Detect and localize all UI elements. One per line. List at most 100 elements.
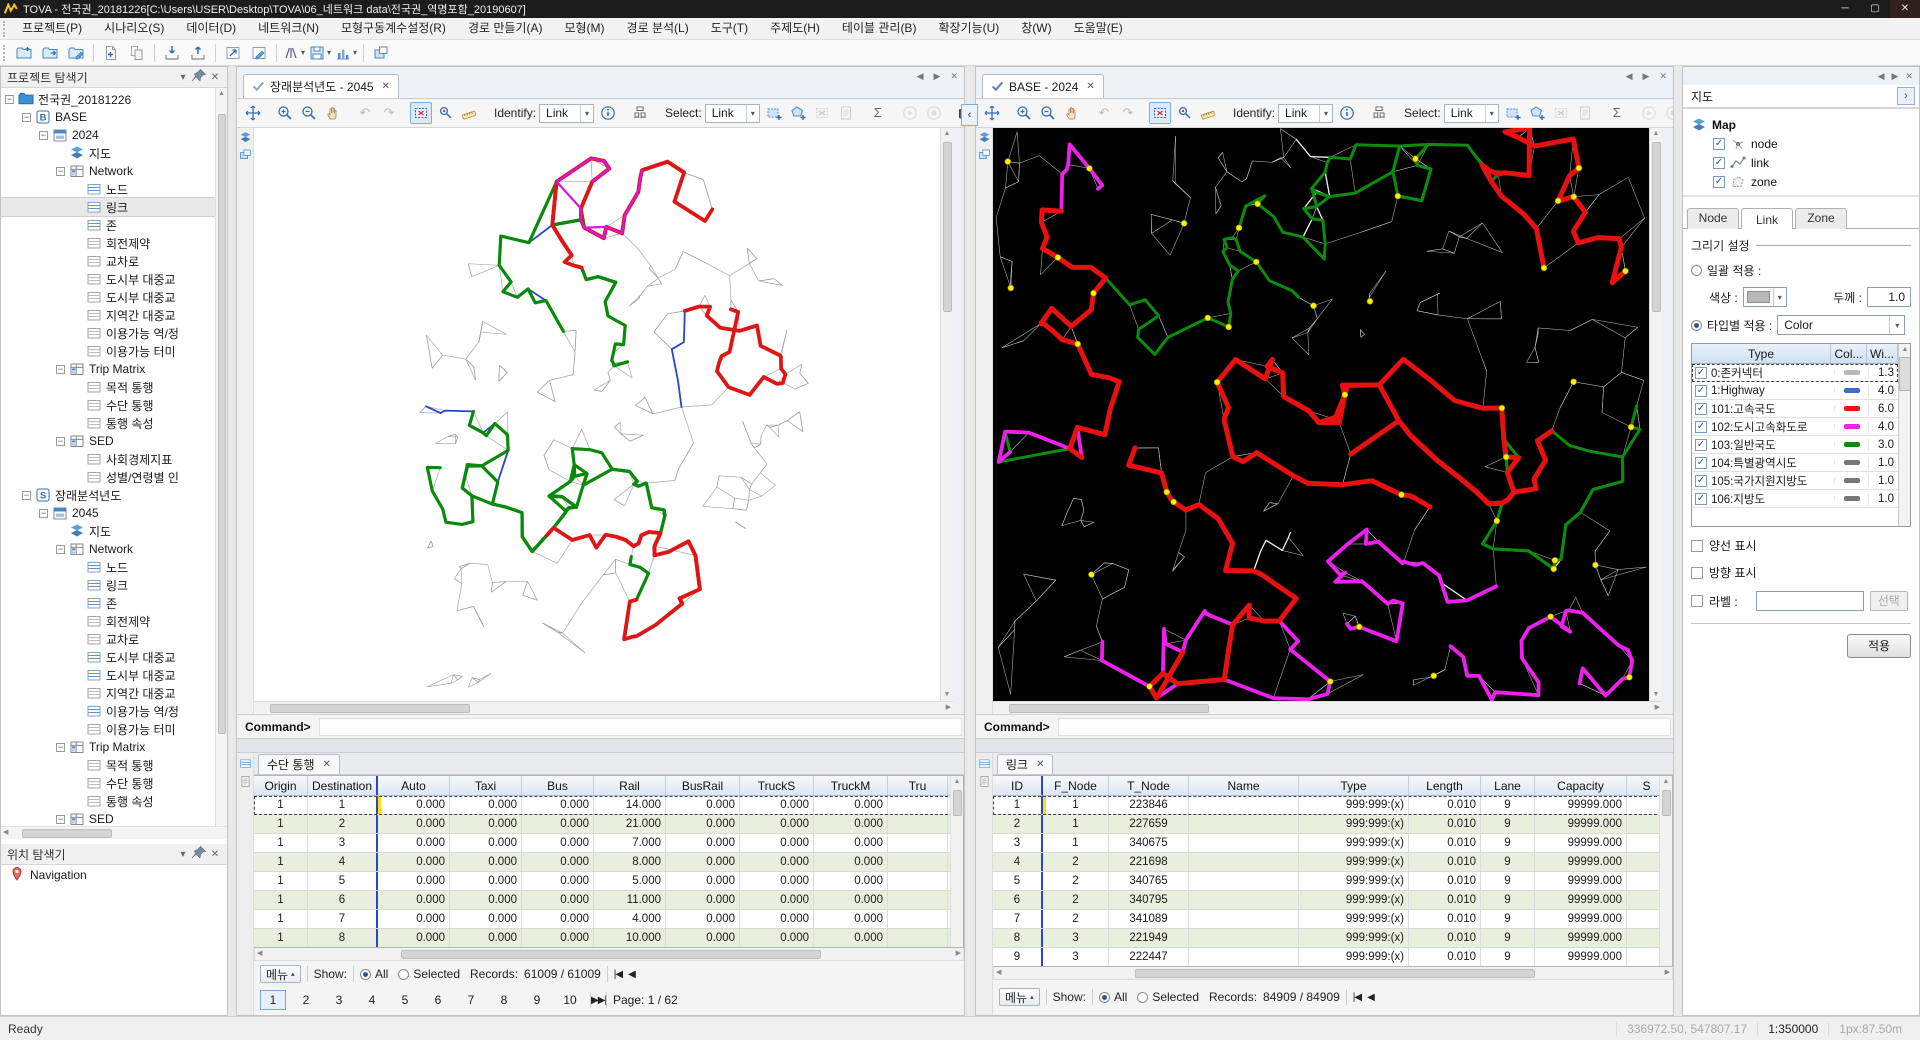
poi-display-tool[interactable]: 品 (629, 102, 651, 124)
table-cell[interactable] (888, 910, 948, 928)
expander-icon[interactable]: − (22, 113, 31, 122)
type-checkbox[interactable]: ✓ (1695, 421, 1707, 433)
tree-item[interactable]: 도시부 대중교 (1, 648, 215, 666)
table-cell[interactable]: 0.000 (378, 891, 450, 909)
table-cell[interactable]: 0.000 (814, 929, 888, 947)
table-row[interactable]: 72341089999:999:(x)0.010999999.000 (993, 910, 1672, 929)
table-cell[interactable]: 0.000 (450, 910, 522, 928)
tree-item[interactable]: 목적 통행 (1, 378, 215, 396)
tab-mode-trips[interactable]: 수단 통행 ✕ (258, 754, 340, 774)
expander-icon[interactable]: − (5, 95, 14, 104)
full-extent-tool[interactable] (1149, 102, 1171, 124)
table-cell[interactable] (1189, 929, 1299, 947)
scroll-right-icon[interactable]: ▶ (956, 948, 961, 960)
table-cell[interactable]: 9 (1481, 891, 1535, 909)
expander-icon[interactable]: − (56, 815, 65, 824)
first-page-button[interactable]: |◀ (1353, 992, 1361, 1003)
close-document-icon[interactable]: ✕ (1657, 70, 1669, 83)
table-cell[interactable]: 99999.000 (1535, 948, 1627, 966)
table-cell[interactable]: 99999.000 (1535, 834, 1627, 852)
tree-item[interactable]: 이용가능 터미 (1, 342, 215, 360)
scrollbar-thumb[interactable] (953, 790, 962, 816)
scroll-up-icon[interactable]: ▲ (1902, 344, 1909, 356)
scrollbar-thumb[interactable] (1009, 704, 1209, 713)
type-style-row[interactable]: ✓106:지방도1.0 (1692, 490, 1898, 508)
table-row[interactable]: 21227659999:999:(x)0.010999999.000 (993, 815, 1672, 834)
table-cell[interactable] (1189, 948, 1299, 966)
type-table-scrollbar[interactable]: ▲ (1898, 344, 1911, 526)
type-checkbox[interactable]: ✓ (1695, 457, 1707, 469)
table-row[interactable]: 62340795999:999:(x)0.010999999.000 (993, 891, 1672, 910)
table-menu-button[interactable]: 메뉴▴ (260, 965, 301, 983)
table-cell[interactable]: 340765 (1109, 872, 1189, 890)
next-view-tool[interactable]: ↷ (1117, 102, 1139, 124)
table-row[interactable]: 42221698999:999:(x)0.010999999.000 (993, 853, 1672, 872)
table-row[interactable]: 150.0000.0000.0005.0000.0000.0000.000 (254, 872, 963, 891)
tree-item[interactable]: 교차로 (1, 630, 215, 648)
tab-close-icon[interactable]: ✕ (1086, 81, 1094, 92)
type-style-row[interactable]: ✓101:고속국도6.0 (1692, 400, 1898, 418)
table-cell[interactable]: 1 (254, 910, 308, 928)
table-cell[interactable] (888, 872, 948, 890)
page-number-button[interactable]: 1 (260, 990, 286, 1010)
table-cell[interactable]: 1 (254, 872, 308, 890)
tree-item[interactable]: −전국권_20181226 (1, 90, 215, 108)
table-row[interactable]: 170.0000.0000.0004.0000.0000.0000.000 (254, 910, 963, 929)
type-style-row[interactable]: ✓1:Highway4.0 (1692, 382, 1898, 400)
table-cell[interactable]: 0.000 (814, 853, 888, 871)
tree-item[interactable]: 지도 (1, 522, 215, 540)
tree-item[interactable]: 이용가능 역/정 (1, 702, 215, 720)
tab-zone[interactable]: Zone (1795, 208, 1847, 229)
table-cell[interactable]: 0.010 (1409, 872, 1481, 890)
statistics-tool[interactable]: Σ (1606, 102, 1628, 124)
identify-mode-select[interactable]: Link▾ (539, 104, 594, 123)
tree-item[interactable]: 통행 속성 (1, 792, 215, 810)
tree-item[interactable]: 도시부 대중교 (1, 270, 215, 288)
poi-display-tool[interactable]: 品 (1368, 102, 1390, 124)
tab-links[interactable]: 링크 ✕ (997, 754, 1053, 774)
table-cell[interactable]: 0.000 (450, 796, 522, 814)
table-cell[interactable]: 1 (254, 853, 308, 871)
menu-item[interactable]: 프로젝트(P) (11, 18, 93, 39)
table-cell[interactable]: 340675 (1109, 834, 1189, 852)
scrollbar-thumb[interactable] (401, 950, 821, 959)
column-header[interactable]: TruckM (814, 776, 888, 795)
table-cell[interactable]: 14.000 (594, 796, 666, 814)
table-cell[interactable]: 2 (1043, 891, 1109, 909)
attribute-report-tool[interactable] (835, 102, 857, 124)
table-cell[interactable]: 1 (1043, 834, 1109, 852)
export-data-button[interactable] (186, 42, 210, 64)
pan-tool[interactable] (242, 102, 264, 124)
table-cell[interactable]: 0.000 (740, 815, 814, 833)
table-cell[interactable]: 0.010 (1409, 891, 1481, 909)
page-number-button[interactable]: 9 (524, 993, 550, 1007)
table-cell[interactable]: 5.000 (594, 872, 666, 890)
table-cell[interactable]: 0.000 (666, 910, 740, 928)
table-cell[interactable]: 0.000 (450, 815, 522, 833)
tree-item[interactable]: 도시부 대중교 (1, 666, 215, 684)
apply-button[interactable]: 적용 (1847, 634, 1911, 658)
table-row[interactable]: 93222447999:999:(x)0.010999999.000 (993, 948, 1672, 967)
map-horizontal-scrollbar[interactable]: ▶ (254, 701, 953, 714)
chart-button[interactable]: ▾ (334, 42, 358, 64)
scroll-down-icon[interactable]: ▼ (1653, 689, 1660, 701)
tree-item[interactable]: 지도 (1, 144, 215, 162)
table-cell[interactable]: 4 (993, 853, 1043, 871)
scroll-up-icon[interactable]: ▲ (944, 128, 951, 140)
table-row[interactable]: 130.0000.0000.0007.0000.0000.0000.000 (254, 834, 963, 853)
menu-item[interactable]: 테이블 관리(B) (831, 18, 928, 39)
scroll-right-icon[interactable]: ▶ (1655, 702, 1660, 714)
previous-page-button[interactable]: ◀ (1367, 992, 1374, 1003)
navigation-item[interactable]: Navigation (1, 865, 227, 885)
tree-item[interactable]: 회전제약 (1, 234, 215, 252)
table-cell[interactable]: 1 (993, 796, 1043, 814)
scrollbar-thumb[interactable] (270, 704, 470, 713)
table-cell[interactable]: 0.000 (740, 929, 814, 947)
scroll-up-icon[interactable]: ▲ (218, 88, 225, 100)
menu-item[interactable]: 도구(T) (700, 18, 759, 39)
table-cell[interactable]: 0.000 (522, 910, 594, 928)
table-cell[interactable]: 0.000 (450, 834, 522, 852)
close-panel-icon[interactable]: ✕ (1905, 71, 1913, 82)
open-view-button[interactable] (221, 42, 245, 64)
locate-tool[interactable] (1173, 102, 1195, 124)
